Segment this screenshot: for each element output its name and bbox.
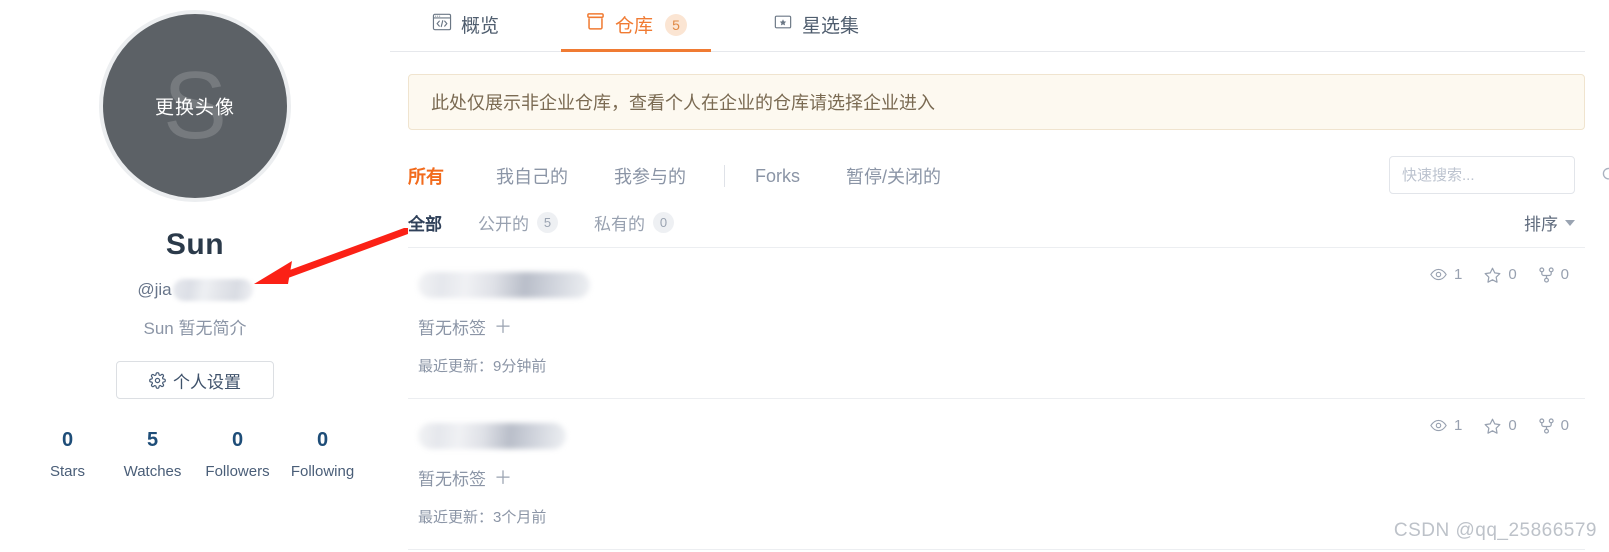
repository-watch-count: 1 [1453, 266, 1463, 283]
sort-dropdown[interactable]: 排序 [1524, 210, 1575, 235]
profile-sidebar: S 更换头像 Sun @jia Sun 暂无简介 个人设置 0 Stars 5 … [0, 0, 410, 552]
stat-followers[interactable]: 0 Followers [195, 427, 280, 480]
plus-icon[interactable]: ＋ [494, 469, 512, 487]
filter-all[interactable]: 所有 [408, 163, 444, 189]
stat-following[interactable]: 0 Following [280, 427, 365, 480]
filter-forks[interactable]: Forks [755, 166, 800, 187]
repository-star-count: 0 [1508, 417, 1517, 434]
eye-icon [1430, 268, 1447, 281]
stat-stars[interactable]: 0 Stars [25, 427, 110, 480]
enterprise-notice-text: 此处仅展示非企业仓库，查看个人在企业的仓库请选择企业进入 [431, 93, 935, 113]
star-box-icon [773, 13, 793, 37]
sort-dropdown-label: 排序 [1524, 215, 1558, 234]
avatar-wrapper[interactable]: S 更换头像 [99, 10, 291, 202]
search-input[interactable] [1402, 166, 1601, 184]
stat-watches-value: 5 [146, 429, 159, 451]
repository-star-stat[interactable]: 0 [1484, 417, 1517, 434]
stat-followers-value: 0 [231, 429, 244, 451]
repository-icon [585, 12, 606, 37]
subfilter-private[interactable]: 私有的 0 [594, 210, 674, 235]
repository-name-redacted[interactable] [418, 423, 566, 449]
redacted-username-block [172, 279, 253, 301]
gear-icon [149, 371, 166, 389]
tab-overview[interactable]: 概览 [408, 11, 523, 51]
repository-fork-stat[interactable]: 0 [1538, 266, 1569, 283]
repository-stats: 1 0 0 [1430, 417, 1569, 434]
quick-search-box[interactable] [1389, 156, 1609, 194]
profile-bio: Sun 暂无简介 [143, 319, 247, 338]
profile-tabs: 概览 仓库 5 星选集 [390, 0, 1585, 52]
star-icon [1484, 418, 1501, 434]
repository-watch-stat[interactable]: 1 [1430, 266, 1462, 283]
profile-username: @jia [137, 278, 253, 302]
stat-stars-value: 0 [61, 429, 74, 451]
profile-stats: 0 Stars 5 Watches 0 Followers 0 Followin… [25, 427, 365, 480]
filter-participated[interactable]: 我参与的 [614, 163, 686, 189]
fork-icon [1538, 417, 1554, 434]
star-icon [1484, 267, 1501, 283]
repository-star-stat[interactable]: 0 [1484, 266, 1517, 283]
repository-fork-count: 0 [1560, 266, 1569, 283]
tab-repositories-label: 仓库 [615, 16, 654, 37]
repo-filter-row: 所有 我自己的 我参与的 Forks 暂停/关闭的 [408, 150, 1609, 202]
repository-tags-label: 暂无标签 [418, 470, 486, 489]
eye-icon [1430, 419, 1447, 432]
subfilter-public-label: 公开的 [478, 215, 529, 234]
avatar[interactable]: S 更换头像 [99, 10, 291, 202]
repository-tags-label: 暂无标签 [418, 319, 486, 338]
personal-settings-button[interactable]: 个人设置 [116, 361, 274, 399]
repository-tags[interactable]: 暂无标签 ＋ [418, 314, 512, 339]
repository-stats: 1 0 0 [1430, 266, 1569, 283]
repository-watch-stat[interactable]: 1 [1430, 417, 1462, 434]
profile-page: S 更换头像 Sun @jia Sun 暂无简介 个人设置 0 Stars 5 … [0, 0, 1609, 552]
profile-username-text: @jia [137, 280, 172, 299]
personal-settings-label: 个人设置 [173, 372, 241, 392]
stat-stars-label: Stars [49, 463, 85, 480]
repository-row[interactable]: 暂无标签 ＋ 最近更新：9分钟前 1 0 0 [408, 248, 1585, 399]
subfilter-public-count: 5 [537, 212, 558, 233]
filter-separator [724, 165, 725, 187]
search-icon[interactable] [1601, 166, 1609, 184]
profile-display-name: Sun [165, 228, 225, 261]
change-avatar-label[interactable]: 更换头像 [103, 93, 287, 120]
subfilter-private-count: 0 [653, 212, 674, 233]
tab-overview-label: 概览 [461, 16, 500, 37]
filter-mine[interactable]: 我自己的 [496, 163, 568, 189]
repository-updated: 最近更新：9分钟前 [418, 358, 547, 375]
fork-icon [1538, 266, 1554, 283]
repository-fork-stat[interactable]: 0 [1538, 417, 1569, 434]
repo-visibility-filter-row: 全部 公开的 5 私有的 0 排序 [408, 204, 1585, 248]
tab-starred-collections[interactable]: 星选集 [749, 11, 883, 51]
subfilter-private-label: 私有的 [594, 215, 645, 234]
repository-watch-count: 1 [1453, 417, 1463, 434]
stat-followers-label: Followers [205, 463, 270, 480]
repository-star-count: 0 [1508, 266, 1517, 283]
repository-tags[interactable]: 暂无标签 ＋ [418, 465, 512, 490]
plus-icon[interactable]: ＋ [494, 318, 512, 336]
annotation-arrow [248, 227, 410, 294]
stat-watches[interactable]: 5 Watches [110, 427, 195, 480]
stat-watches-label: Watches [123, 463, 182, 480]
main-content: 概览 仓库 5 星选集 此处仅展示非企业仓库，查看个人在企业的仓库请选择企业进入… [390, 0, 1609, 552]
stat-following-label: Following [290, 463, 355, 480]
repository-name-redacted[interactable] [418, 272, 590, 298]
watermark: CSDN @qq_25866579 [1393, 520, 1597, 541]
repository-fork-count: 0 [1560, 417, 1569, 434]
filter-paused-closed[interactable]: 暂停/关闭的 [846, 163, 941, 189]
stat-following-value: 0 [316, 429, 329, 451]
subfilter-all-label: 全部 [408, 215, 442, 234]
tab-starred-collections-label: 星选集 [802, 16, 860, 37]
enterprise-notice-banner: 此处仅展示非企业仓库，查看个人在企业的仓库请选择企业进入 [408, 74, 1585, 130]
repository-list: 暂无标签 ＋ 最近更新：9分钟前 1 0 0 暂无标签 ＋ 最近更新：3个月前 … [408, 248, 1585, 550]
tab-repositories-badge: 5 [665, 13, 688, 36]
subfilter-all[interactable]: 全部 [408, 210, 442, 235]
subfilter-public[interactable]: 公开的 5 [478, 210, 558, 235]
tab-repositories[interactable]: 仓库 5 [561, 11, 712, 52]
code-window-icon [432, 13, 452, 37]
chevron-down-icon [1565, 219, 1575, 226]
